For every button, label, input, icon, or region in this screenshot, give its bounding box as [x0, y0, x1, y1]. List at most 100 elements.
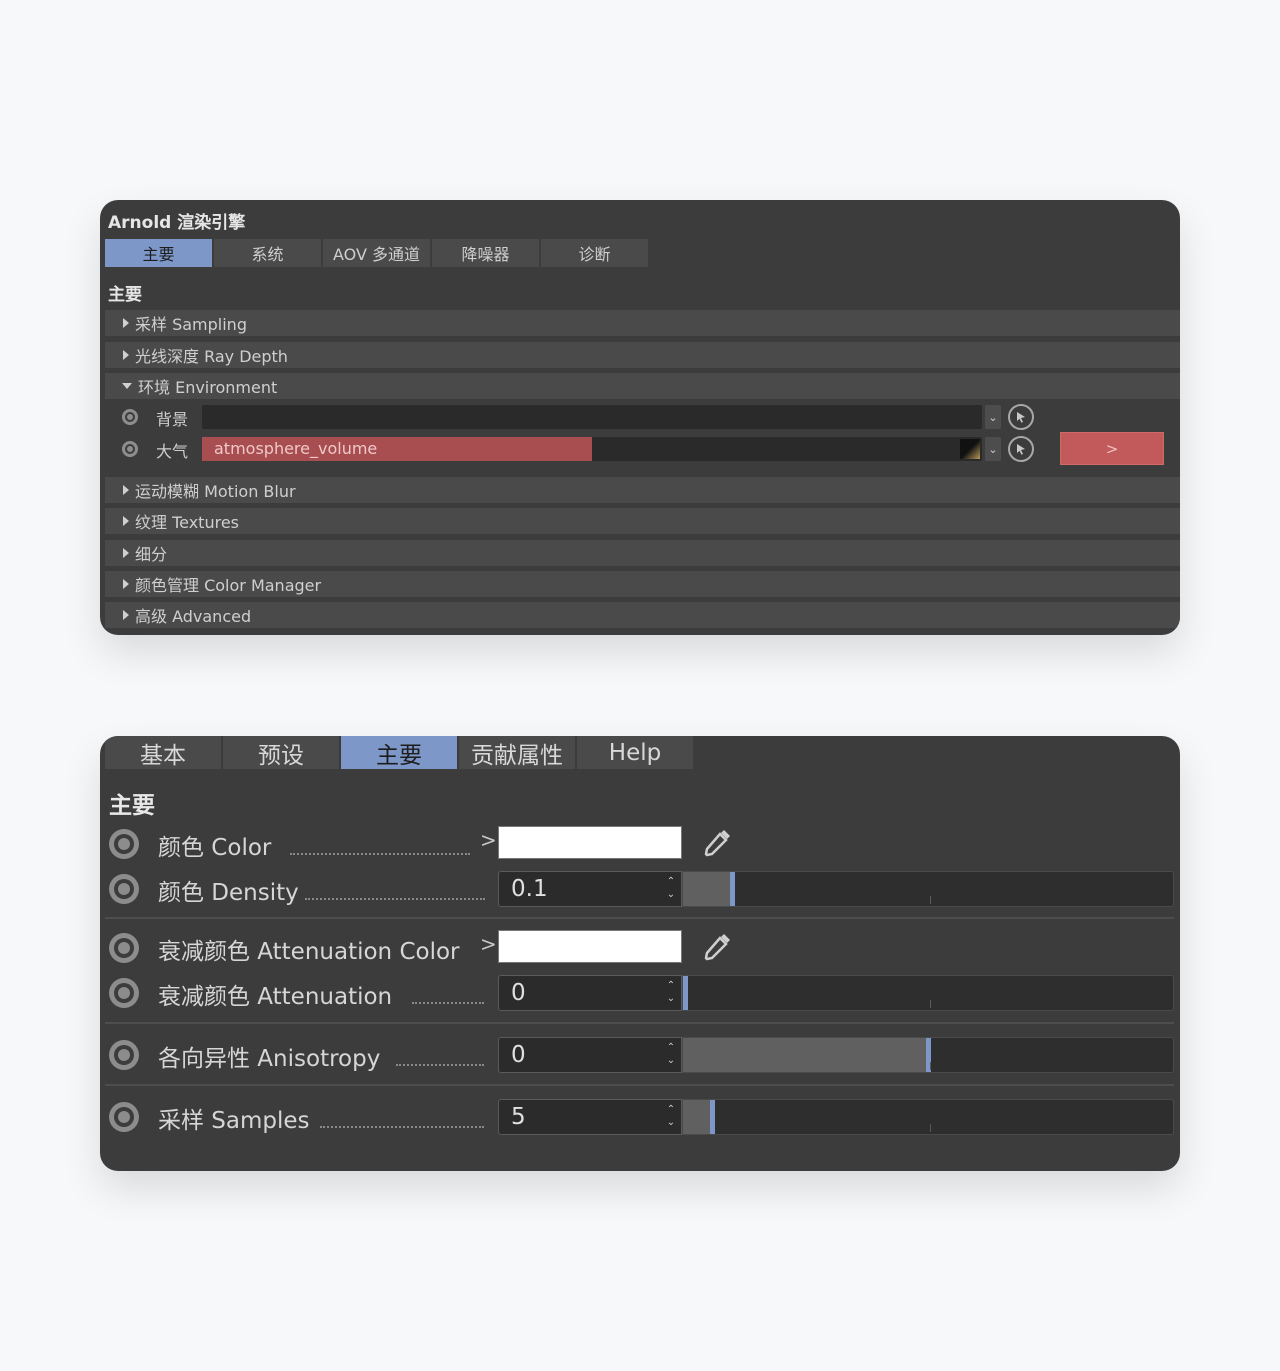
tab-help[interactable]: Help	[577, 736, 693, 769]
slider-midpoint-tick	[930, 1062, 931, 1070]
stepper-up-icon[interactable]: ⌃	[665, 979, 677, 992]
attenuation-animate-radio[interactable]	[109, 978, 139, 1008]
background-label: 背景	[156, 410, 189, 429]
background-link-field[interactable]	[202, 405, 982, 429]
atmosphere-dropdown-button[interactable]: ⌄	[985, 437, 1001, 461]
group-label: 运动模糊 Motion Blur	[135, 482, 296, 501]
render-tabs: 主要 系统 AOV 多通道 降噪器 诊断	[105, 239, 650, 267]
group-label: 颜色管理 Color Manager	[135, 576, 322, 595]
density-stepper[interactable]: ⌃ ⌄	[665, 875, 677, 903]
anisotropy-slider[interactable]	[682, 1037, 1174, 1073]
attenuation-input[interactable]: 0 ⌃ ⌄	[498, 975, 682, 1011]
background-animate-radio[interactable]	[122, 409, 138, 425]
atmosphere-link-value: atmosphere_volume	[202, 437, 592, 461]
atten-color-swatch[interactable]	[498, 930, 682, 963]
tab-basic[interactable]: 基本	[105, 736, 221, 769]
slider-handle[interactable]	[683, 976, 688, 1010]
slider-fill	[683, 872, 732, 906]
divider	[105, 1022, 1174, 1024]
group-label: 高级 Advanced	[135, 607, 252, 626]
tab-preset[interactable]: 预设	[223, 736, 339, 769]
tab-aov[interactable]: AOV 多通道	[323, 239, 430, 267]
density-input[interactable]: 0.1 ⌃ ⌄	[498, 871, 682, 907]
group-textures[interactable]: 纹理 Textures	[105, 508, 1180, 534]
slider-fill	[683, 1038, 928, 1072]
atten-color-animate-radio[interactable]	[109, 933, 139, 963]
eyedropper-icon[interactable]	[700, 824, 736, 860]
group-ray-depth[interactable]: 光线深度 Ray Depth	[105, 342, 1180, 368]
slider-handle[interactable]	[730, 872, 735, 906]
samples-input[interactable]: 5 ⌃ ⌄	[498, 1099, 682, 1135]
section-title: 主要	[109, 793, 155, 819]
atmosphere-open-button[interactable]: >	[1060, 432, 1164, 465]
density-slider[interactable]	[682, 871, 1174, 907]
slider-fill	[683, 1100, 712, 1134]
group-subdivision[interactable]: 细分	[105, 540, 1180, 566]
anisotropy-stepper[interactable]: ⌃ ⌄	[665, 1041, 677, 1069]
color-expand-chevron[interactable]: >	[480, 828, 497, 852]
density-label: 颜色 Density	[158, 880, 299, 906]
color-animate-radio[interactable]	[109, 829, 139, 859]
samples-stepper[interactable]: ⌃ ⌄	[665, 1103, 677, 1131]
arnold-render-settings-panel: Arnold 渲染引擎 主要 系统 AOV 多通道 降噪器 诊断 主要 采样 S…	[100, 200, 1180, 635]
samples-animate-radio[interactable]	[109, 1102, 139, 1132]
eyedropper-icon[interactable]	[700, 928, 736, 964]
chevron-down-icon: ⌄	[988, 410, 998, 424]
tab-main[interactable]: 主要	[341, 736, 457, 769]
atten-color-expand-chevron[interactable]: >	[480, 932, 497, 956]
stepper-down-icon[interactable]: ⌄	[665, 888, 677, 901]
leader-dots	[396, 1062, 484, 1066]
expand-arrow-icon	[123, 516, 129, 526]
pick-cursor-icon	[1017, 444, 1025, 455]
expand-arrow-icon	[123, 610, 129, 620]
leader-dots	[320, 1124, 484, 1128]
tab-system[interactable]: 系统	[214, 239, 321, 267]
atmosphere-pick-button[interactable]	[1008, 436, 1034, 462]
group-environment[interactable]: 环境 Environment	[105, 373, 1180, 399]
background-dropdown-button[interactable]: ⌄	[985, 405, 1001, 429]
stepper-down-icon[interactable]: ⌄	[665, 1054, 677, 1067]
group-advanced[interactable]: 高级 Advanced	[105, 602, 1180, 628]
density-value: 0.1	[511, 876, 548, 902]
atmosphere-link-field[interactable]: atmosphere_volume	[202, 437, 982, 461]
atten-color-label: 衰减颜色 Attenuation Color	[158, 939, 460, 965]
stepper-up-icon[interactable]: ⌃	[665, 1103, 677, 1116]
slider-handle[interactable]	[710, 1100, 715, 1134]
group-label: 纹理 Textures	[135, 513, 239, 532]
samples-value: 5	[511, 1104, 526, 1130]
stepper-down-icon[interactable]: ⌄	[665, 1116, 677, 1129]
stepper-up-icon[interactable]: ⌃	[665, 875, 677, 888]
attenuation-slider[interactable]	[682, 975, 1174, 1011]
expand-arrow-icon	[123, 579, 129, 589]
group-sampling[interactable]: 采样 Sampling	[105, 310, 1180, 336]
group-label: 光线深度 Ray Depth	[135, 347, 288, 366]
anisotropy-animate-radio[interactable]	[109, 1040, 139, 1070]
leader-dots	[290, 851, 470, 855]
divider	[105, 1084, 1174, 1086]
anisotropy-input[interactable]: 0 ⌃ ⌄	[498, 1037, 682, 1073]
color-swatch[interactable]	[498, 826, 682, 859]
atmosphere-label: 大气	[156, 442, 189, 461]
attenuation-label: 衰减颜色 Attenuation	[158, 984, 393, 1010]
samples-slider[interactable]	[682, 1099, 1174, 1135]
shader-thumbnail	[960, 439, 980, 459]
density-animate-radio[interactable]	[109, 874, 139, 904]
atmosphere-animate-radio[interactable]	[122, 441, 138, 457]
stepper-down-icon[interactable]: ⌄	[665, 992, 677, 1005]
tab-denoiser[interactable]: 降噪器	[432, 239, 539, 267]
group-label: 环境 Environment	[138, 378, 278, 397]
tab-main[interactable]: 主要	[105, 239, 212, 267]
background-pick-button[interactable]	[1008, 404, 1034, 430]
tab-contribution[interactable]: 贡献属性	[459, 736, 575, 769]
group-color-manager[interactable]: 颜色管理 Color Manager	[105, 571, 1180, 597]
group-motion-blur[interactable]: 运动模糊 Motion Blur	[105, 477, 1180, 503]
chevron-down-icon: ⌄	[988, 442, 998, 456]
tab-diagnostics[interactable]: 诊断	[541, 239, 648, 267]
expand-arrow-icon	[123, 548, 129, 558]
anisotropy-label: 各向异性 Anisotropy	[158, 1046, 381, 1072]
attenuation-stepper[interactable]: ⌃ ⌄	[665, 979, 677, 1007]
material-tabs: 基本 预设 主要 贡献属性 Help	[105, 736, 695, 769]
stepper-up-icon[interactable]: ⌃	[665, 1041, 677, 1054]
section-title: 主要	[108, 285, 142, 305]
samples-label: 采样 Samples	[158, 1108, 310, 1134]
